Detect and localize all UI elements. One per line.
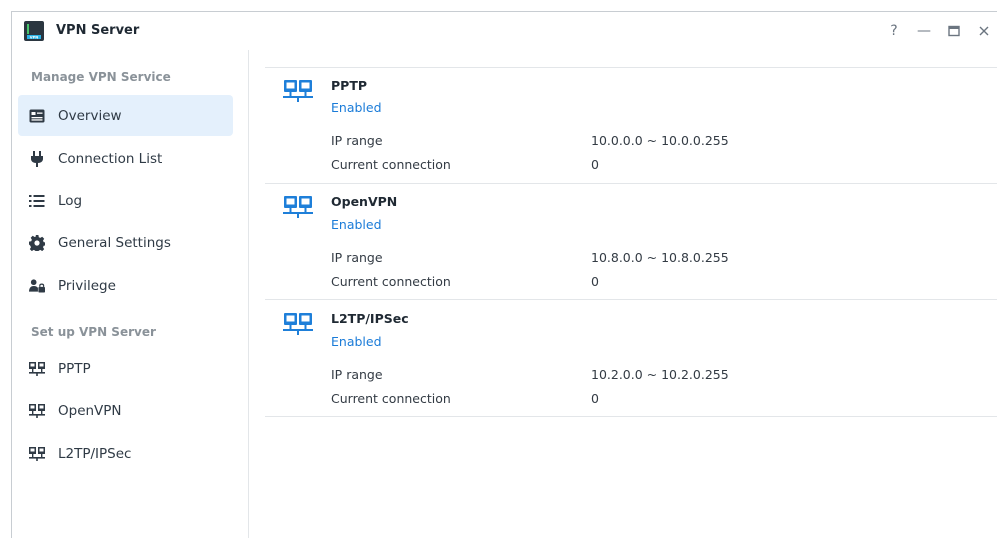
sidebar-item-l2tp-ipsec[interactable]: L2TP/IPSec [18,433,233,474]
network-icon [29,446,45,462]
ip-range-value: 10.8.0.0 ~ 10.8.0.255 [591,250,729,265]
current-connection-label: Current connection [331,391,451,406]
divider [265,67,997,68]
current-connection-label: Current connection [331,274,451,289]
sidebar-item-overview[interactable]: Overview [18,95,233,136]
close-icon [979,26,989,36]
close-button[interactable] [971,18,997,44]
divider [265,299,997,300]
current-connection-value: 0 [591,274,599,289]
ip-range-label: IP range [331,250,383,265]
sidebar: Manage VPN Service Overview Connection L… [12,50,249,538]
list-icon [29,193,45,209]
sidebar-item-privilege[interactable]: Privilege [18,265,233,306]
current-connection-label: Current connection [331,157,451,172]
sidebar-item-label: OpenVPN [58,402,122,419]
service-name-l2tp-ipsec: L2TP/IPSec [331,311,409,326]
ip-range-value: 10.2.0.0 ~ 10.2.0.255 [591,367,729,382]
svg-text:VPN: VPN [30,35,38,39]
network-icon [283,313,313,335]
gear-icon [29,234,45,251]
sidebar-item-label: L2TP/IPSec [58,445,132,462]
current-connection-value: 0 [591,157,599,172]
manage-vpn-service-header: Manage VPN Service [31,70,171,84]
users-lock-icon [29,278,45,294]
sidebar-item-log[interactable]: Log [18,180,233,221]
divider [265,416,997,417]
overview-panel: PPTP Enabled IP range 10.0.0.0 ~ 10.0.0.… [250,50,997,538]
sidebar-item-label: Privilege [58,277,116,294]
ip-range-label: IP range [331,133,383,148]
sidebar-item-pptp[interactable]: PPTP [18,348,233,389]
help-button[interactable]: ? [881,18,907,44]
set-up-vpn-server-header: Set up VPN Server [31,325,156,339]
ip-range-value: 10.0.0.0 ~ 10.0.0.255 [591,133,729,148]
service-status-openvpn: Enabled [331,217,382,232]
sidebar-item-label: PPTP [58,360,91,377]
window-title: VPN Server [56,23,140,38]
sidebar-item-connection-list[interactable]: Connection List [18,138,233,179]
network-icon [29,403,45,419]
sidebar-item-label: Connection List [58,150,163,167]
title-bar: VPN VPN Server ? — [12,12,997,50]
vpn-server-window: VPN VPN Server ? — Manage VPN Service Ov… [11,11,997,538]
service-status-pptp: Enabled [331,100,382,115]
vpn-app-icon: VPN [24,21,44,41]
sidebar-item-label: Overview [58,107,122,124]
window-controls: ? — [877,18,997,44]
divider [265,183,997,184]
network-icon [283,80,313,102]
plug-icon [29,150,45,167]
sidebar-item-label: General Settings [58,234,171,251]
sidebar-item-general-settings[interactable]: General Settings [18,222,233,263]
service-status-l2tp-ipsec: Enabled [331,334,382,349]
ip-range-label: IP range [331,367,383,382]
maximize-button[interactable] [941,18,967,44]
overview-icon [29,108,45,124]
sidebar-item-label: Log [58,192,83,209]
service-name-openvpn: OpenVPN [331,194,398,209]
maximize-icon [948,25,960,37]
minimize-button[interactable]: — [911,18,937,44]
current-connection-value: 0 [591,391,599,406]
service-name-pptp: PPTP [331,78,368,93]
sidebar-item-openvpn[interactable]: OpenVPN [18,390,233,431]
network-icon [29,361,45,377]
network-icon [283,196,313,218]
